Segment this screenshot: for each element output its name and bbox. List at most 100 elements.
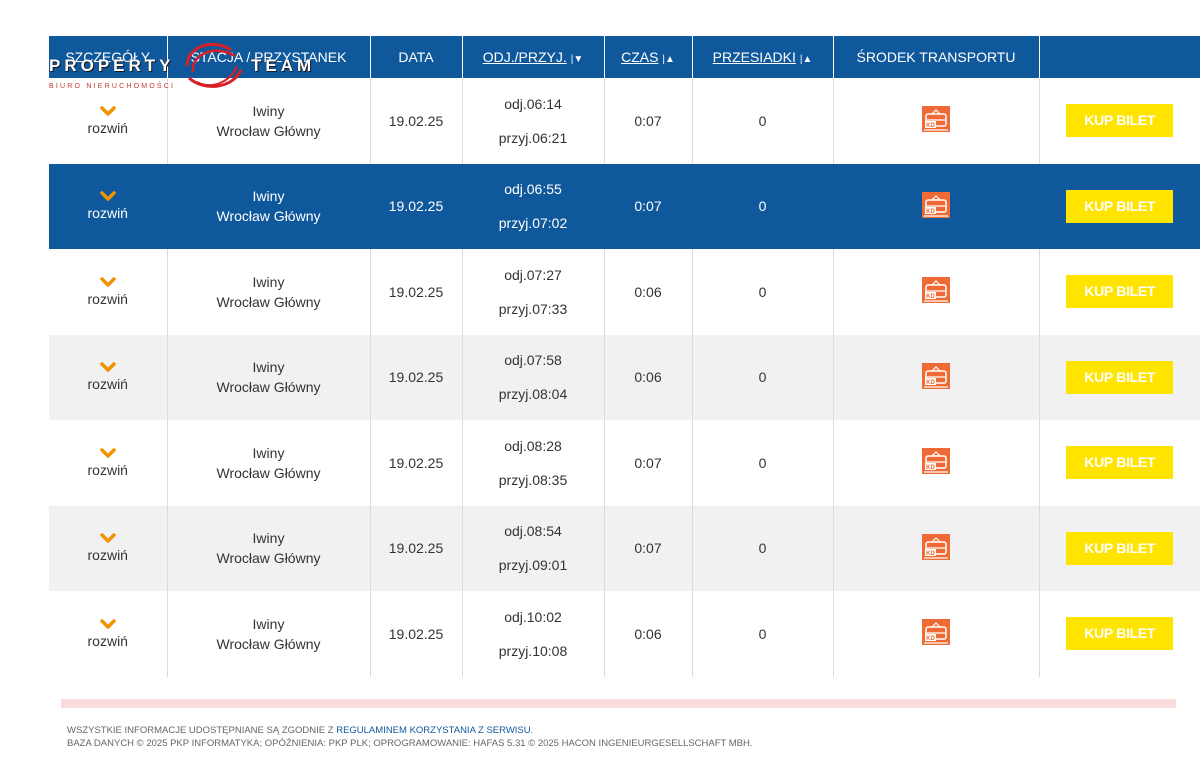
transport-cell: KD [833, 78, 1040, 164]
buy-cell: KUP BILET [1039, 591, 1200, 677]
buy-ticket-button[interactable]: KUP BILET [1066, 189, 1174, 223]
arrival-time: przyj.07:33 [498, 300, 568, 317]
from-station: Iwiny [252, 102, 285, 119]
connections-table: SZCZEGÓŁY STACJA / PRZYSTANEK DATA ODJ./… [49, 36, 1200, 677]
expand-label: rozwiń [87, 547, 128, 564]
expand-label: rozwiń [87, 461, 128, 478]
to-station: Wrocław Główny [216, 293, 321, 310]
connection-row: rozwiń Iwiny Wrocław Główny 19.02.25 odj… [49, 249, 1200, 335]
header-dep-arr-sort[interactable]: ODJ./PRZYJ. |▼ [462, 36, 605, 78]
footer: WSZYSTKIE INFORMACJE UDOSTĘPNIANE SĄ ZGO… [67, 724, 753, 750]
train-icon: KD [922, 533, 950, 560]
date-cell: 19.02.25 [370, 163, 463, 249]
to-station: Wrocław Główny [216, 464, 321, 481]
svg-text:KD: KD [926, 636, 935, 642]
arrival-time: przyj.10:08 [498, 642, 568, 659]
svg-text:KD: KD [926, 294, 935, 300]
chevron-down-icon [100, 448, 116, 458]
arrival-time: przyj.08:04 [498, 386, 568, 403]
duration-cell: 0:07 [604, 505, 693, 591]
to-station: Wrocław Główny [216, 122, 321, 139]
duration-cell: 0:07 [604, 163, 693, 249]
header-station: STACJA / PRZYSTANEK [167, 36, 371, 78]
transfers-cell: 0 [692, 249, 834, 335]
transport-cell: KD [833, 249, 1040, 335]
times-cell: odj.06:14 przyj.06:21 [462, 78, 605, 164]
from-station: Iwiny [252, 615, 285, 632]
date-cell: 19.02.25 [370, 78, 463, 164]
duration-cell: 0:07 [604, 420, 693, 506]
to-station: Wrocław Główny [216, 635, 321, 652]
buy-cell: KUP BILET [1039, 420, 1200, 506]
buy-ticket-button[interactable]: KUP BILET [1066, 360, 1174, 394]
train-icon: KD [922, 277, 950, 304]
transport-cell: KD [833, 420, 1040, 506]
date-cell: 19.02.25 [370, 591, 463, 677]
connection-row: rozwiń Iwiny Wrocław Główny 19.02.25 odj… [49, 505, 1200, 591]
train-icon: KD [922, 362, 950, 389]
from-station: Iwiny [252, 273, 285, 290]
expand-toggle[interactable]: rozwiń [49, 334, 168, 420]
buy-ticket-button[interactable]: KUP BILET [1066, 531, 1174, 565]
footer-terms-line: WSZYSTKIE INFORMACJE UDOSTĘPNIANE SĄ ZGO… [67, 725, 534, 736]
terms-link[interactable]: REGULAMINEM KORZYSTANIA Z SERWISU [336, 725, 530, 736]
buy-cell: KUP BILET [1039, 78, 1200, 164]
departure-time: odj.08:28 [504, 437, 562, 454]
sort-icon: |▲︎ [799, 54, 813, 65]
duration-cell: 0:06 [604, 249, 693, 335]
departure-time: odj.06:14 [504, 95, 562, 112]
transfers-cell: 0 [692, 505, 834, 591]
chevron-down-icon [100, 619, 116, 629]
expand-label: rozwiń [87, 119, 128, 136]
departure-time: odj.07:58 [504, 352, 562, 369]
buy-cell: KUP BILET [1039, 164, 1200, 250]
date-cell: 19.02.25 [370, 249, 463, 335]
transport-cell: KD [833, 334, 1040, 420]
train-icon: KD [922, 448, 950, 475]
times-cell: odj.08:28 przyj.08:35 [462, 420, 605, 506]
connection-row: rozwiń Iwiny Wrocław Główny 19.02.25 odj… [49, 163, 1200, 250]
expand-toggle[interactable]: rozwiń [49, 163, 168, 249]
train-icon: KD [922, 191, 950, 218]
transfers-cell: 0 [692, 334, 834, 420]
times-cell: odj.06:55 przyj.07:02 [462, 163, 605, 249]
expand-toggle[interactable]: rozwiń [49, 505, 168, 591]
from-station: Iwiny [252, 530, 285, 547]
departure-time: odj.07:27 [504, 266, 562, 283]
caret-down-icon: |▼ [570, 54, 584, 65]
duration-cell: 0:06 [604, 591, 693, 677]
header-duration-sort[interactable]: CZAS |▲︎ [604, 36, 693, 78]
arrival-time: przyj.08:35 [498, 471, 568, 488]
transport-cell: KD [833, 163, 1040, 249]
times-cell: odj.07:58 przyj.08:04 [462, 334, 605, 420]
date-cell: 19.02.25 [370, 334, 463, 420]
departure-time: odj.10:02 [504, 608, 562, 625]
svg-text:KD: KD [926, 209, 935, 215]
buy-ticket-button[interactable]: KUP BILET [1066, 104, 1174, 138]
date-cell: 19.02.25 [370, 505, 463, 591]
transfers-cell: 0 [692, 163, 834, 249]
expand-toggle[interactable]: rozwiń [49, 420, 168, 506]
expand-toggle[interactable]: rozwiń [49, 249, 168, 335]
transfers-cell: 0 [692, 78, 834, 164]
expand-toggle[interactable]: rozwiń [49, 591, 168, 677]
duration-cell: 0:07 [604, 78, 693, 164]
date-cell: 19.02.25 [370, 420, 463, 506]
expand-label: rozwiń [87, 376, 128, 393]
svg-text:KD: KD [926, 551, 935, 557]
transport-cell: KD [833, 591, 1040, 677]
arrival-time: przyj.06:21 [498, 129, 568, 146]
connection-row: rozwiń Iwiny Wrocław Główny 19.02.25 odj… [49, 591, 1200, 677]
to-station: Wrocław Główny [216, 208, 321, 225]
buy-ticket-button[interactable]: KUP BILET [1066, 446, 1174, 480]
header-transfers-sort[interactable]: PRZESIADKI |▲︎ [692, 36, 834, 78]
buy-ticket-button[interactable]: KUP BILET [1066, 275, 1174, 309]
expand-toggle[interactable]: rozwiń [49, 78, 168, 164]
times-cell: odj.08:54 przyj.09:01 [462, 505, 605, 591]
train-icon: KD [922, 106, 950, 133]
header-transport: ŚRODEK TRANSPORTU [833, 36, 1040, 78]
svg-text:KD: KD [926, 380, 935, 386]
sort-icon: |▲︎ [662, 54, 675, 65]
station-cell: Iwiny Wrocław Główny [167, 505, 371, 591]
buy-ticket-button[interactable]: KUP BILET [1066, 617, 1174, 651]
